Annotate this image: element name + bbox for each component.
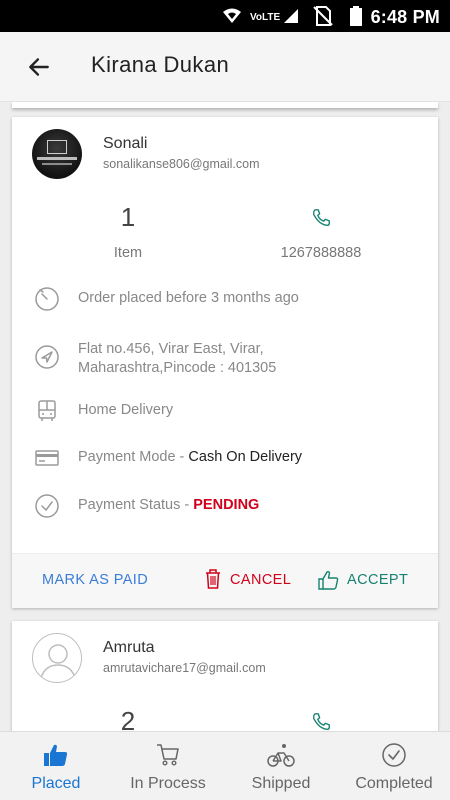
avatar — [32, 633, 82, 683]
address-line-1: Flat no.456, Virar East, Virar, — [78, 341, 264, 357]
nav-tab-in-process[interactable]: In Process — [118, 732, 218, 800]
delivery-type-row: Home Delivery — [34, 398, 424, 426]
nav-tab-label: In Process — [130, 775, 206, 792]
address-line-2: Maharashtra,Pincode : 401305 — [78, 360, 277, 376]
check-circle-icon — [382, 743, 406, 767]
thumbs-up-icon — [44, 744, 68, 766]
wifi-icon — [223, 8, 241, 23]
cancel-button-label: CANCEL — [230, 572, 292, 588]
customer-name: Sonali — [103, 135, 148, 152]
nav-tab-shipped[interactable]: Shipped — [231, 732, 331, 800]
order-card: Sonali sonalikanse806@gmail.com 1 Item 1… — [12, 117, 438, 608]
cancel-button[interactable]: CANCEL — [204, 569, 292, 589]
mark-as-paid-button[interactable]: MARK AS PAID — [42, 572, 148, 588]
payment-mode-value: Cash On Delivery — [188, 449, 303, 465]
clock-icon — [35, 287, 59, 311]
nav-tab-label: Completed — [355, 775, 433, 792]
cart-icon — [157, 744, 179, 766]
order-actions: MARK AS PAID CANCEL ACCEPT — [12, 553, 438, 608]
status-bar: VoLTE 6:48 PM — [0, 0, 450, 32]
nav-tab-completed[interactable]: Completed — [344, 732, 444, 800]
item-count-label: Item — [113, 245, 143, 261]
app-bar: Kirana Dukan — [0, 32, 450, 102]
address-row: Flat no.456, Virar East, Virar, Maharash… — [34, 337, 424, 381]
credit-card-icon — [35, 450, 59, 466]
customer-name: Amruta — [103, 639, 155, 656]
payment-status-row: Payment Status - PENDING — [34, 493, 424, 521]
no-sim-icon — [313, 6, 333, 26]
customer-email: sonalikanse806@gmail.com — [103, 157, 260, 171]
avatar — [32, 129, 82, 179]
thumbs-up-icon — [318, 570, 339, 590]
accept-button-label: ACCEPT — [347, 572, 409, 588]
payment-status-label: Payment Status - — [78, 497, 194, 513]
delivery-type-text: Home Delivery — [78, 402, 174, 418]
phone-icon[interactable] — [310, 711, 332, 733]
battery-icon — [350, 6, 362, 26]
phone-icon[interactable] — [310, 207, 332, 229]
accept-button[interactable]: ACCEPT — [317, 570, 409, 590]
location-arrow-icon — [35, 345, 59, 369]
bus-icon — [38, 400, 56, 421]
customer-phone[interactable]: 1267888888 — [262, 245, 380, 261]
signal-icon — [284, 9, 298, 23]
nav-tab-placed[interactable]: Placed — [6, 732, 106, 800]
payment-mode-row: Payment Mode - Cash On Delivery — [34, 445, 424, 473]
address-text: Flat no.456, Virar East, Virar, Maharash… — [78, 340, 276, 378]
payment-mode-label: Payment Mode - — [78, 449, 189, 465]
nav-tab-label: Shipped — [251, 775, 311, 792]
check-circle-icon — [35, 494, 59, 518]
previous-order-card — [12, 102, 438, 108]
payment-status-value: PENDING — [193, 497, 260, 513]
order-time-text: Order placed before 3 months ago — [78, 290, 299, 306]
customer-email: amrutavichare17@gmail.com — [103, 661, 266, 675]
trash-icon — [206, 569, 220, 589]
person-placeholder-icon — [40, 644, 76, 679]
clock: 6:48 PM — [370, 7, 440, 27]
volte-label: VoLTE — [250, 12, 281, 23]
arrow-back-icon[interactable] — [26, 54, 52, 80]
item-count: 1 — [120, 202, 136, 232]
bicycle-icon — [267, 744, 295, 767]
payment-status-text: Payment Status - PENDING — [78, 496, 259, 515]
order-time-row: Order placed before 3 months ago — [34, 286, 424, 314]
nav-tab-label: Placed — [31, 775, 81, 792]
payment-mode-text: Payment Mode - Cash On Delivery — [78, 448, 302, 467]
page-title: Kirana Dukan — [91, 52, 230, 77]
bottom-navigation: Placed In Process Shipped Completed — [0, 731, 450, 800]
